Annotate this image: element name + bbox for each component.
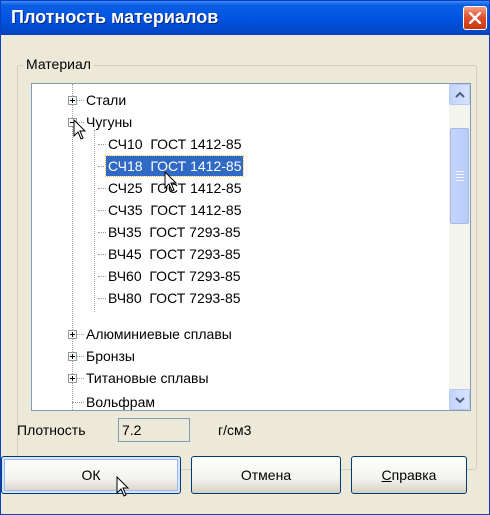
- tree-connector: [72, 402, 84, 403]
- tree-connector: [76, 356, 84, 357]
- pointer-cursor-icon: [116, 476, 130, 497]
- arrow-down-icon: [455, 397, 465, 404]
- arrow-up-icon: [455, 91, 465, 98]
- scroll-up-button[interactable]: [449, 84, 470, 105]
- tree-connector: [98, 232, 106, 233]
- tree-connector: [98, 166, 106, 167]
- tree-connector: [76, 378, 84, 379]
- thumb-grip: [456, 171, 464, 172]
- tree-item-vch60[interactable]: ВЧ60 ГОСТ 7293-85: [106, 266, 243, 286]
- tree-item-sch35[interactable]: СЧ35 ГОСТ 1412-85: [106, 200, 243, 220]
- material-density-dialog: Плотность материалов Материал Стали Чугу…: [0, 0, 490, 515]
- ok-button[interactable]: ОК: [1, 456, 181, 494]
- tree-branch-line: [94, 130, 95, 312]
- tree-item-cast-irons[interactable]: Чугуны: [84, 112, 134, 132]
- scroll-down-button[interactable]: [449, 389, 470, 410]
- expand-plus-icon[interactable]: [68, 374, 77, 383]
- tree-item-aluminum-alloys[interactable]: Алюминиевые сплавы: [84, 324, 234, 344]
- close-icon: [469, 12, 481, 24]
- tree-connector: [98, 298, 106, 299]
- tree-connector: [98, 144, 106, 145]
- thumb-grip: [456, 180, 464, 181]
- tree-connector: [98, 254, 106, 255]
- tree-item-vch35[interactable]: ВЧ35 ГОСТ 7293-85: [106, 222, 243, 242]
- title-bar[interactable]: Плотность материалов: [1, 1, 489, 35]
- tree-item-titanium-alloys[interactable]: Титановые сплавы: [84, 368, 211, 388]
- cancel-button[interactable]: Отмена: [191, 456, 341, 494]
- help-label: правка: [391, 467, 437, 483]
- density-label: Плотность: [17, 422, 86, 438]
- tree-scrollbar[interactable]: [449, 84, 470, 410]
- material-tree[interactable]: Стали Чугуны СЧ10 ГОСТ 1412-85 СЧ18 ГОСТ…: [31, 83, 471, 411]
- window-title: Плотность материалов: [11, 7, 219, 27]
- thumb-grip: [456, 174, 464, 175]
- expand-plus-icon[interactable]: [68, 352, 77, 361]
- help-button[interactable]: Справка: [351, 456, 467, 494]
- close-button[interactable]: [463, 6, 487, 30]
- tree-connector: [76, 334, 84, 335]
- tree-item-sch10[interactable]: СЧ10 ГОСТ 1412-85: [106, 134, 243, 154]
- expand-plus-icon[interactable]: [68, 96, 77, 105]
- density-field: 7.2: [118, 418, 190, 442]
- tree-item-tungsten[interactable]: Вольфрам: [84, 392, 157, 410]
- tree-connector: [98, 188, 106, 189]
- tree-item-vch45[interactable]: ВЧ45 ГОСТ 7293-85: [106, 244, 243, 264]
- scroll-thumb[interactable]: [450, 128, 469, 224]
- expand-plus-icon[interactable]: [68, 330, 77, 339]
- tree-connector: [98, 210, 106, 211]
- tree-item-steels[interactable]: Стали: [84, 90, 128, 110]
- tree-connector: [76, 100, 84, 101]
- thumb-grip: [456, 177, 464, 178]
- help-accelerator: С: [381, 467, 392, 483]
- density-unit: г/см3: [218, 422, 252, 438]
- tree-connector: [98, 276, 106, 277]
- pointer-cursor-icon: [73, 119, 87, 140]
- pointer-cursor-icon: [164, 171, 178, 192]
- tree-item-bronzes[interactable]: Бронзы: [84, 346, 137, 366]
- tree-canvas: Стали Чугуны СЧ10 ГОСТ 1412-85 СЧ18 ГОСТ…: [32, 84, 449, 410]
- tree-item-vch80[interactable]: ВЧ80 ГОСТ 7293-85: [106, 288, 243, 308]
- material-group-label: Материал: [23, 56, 94, 72]
